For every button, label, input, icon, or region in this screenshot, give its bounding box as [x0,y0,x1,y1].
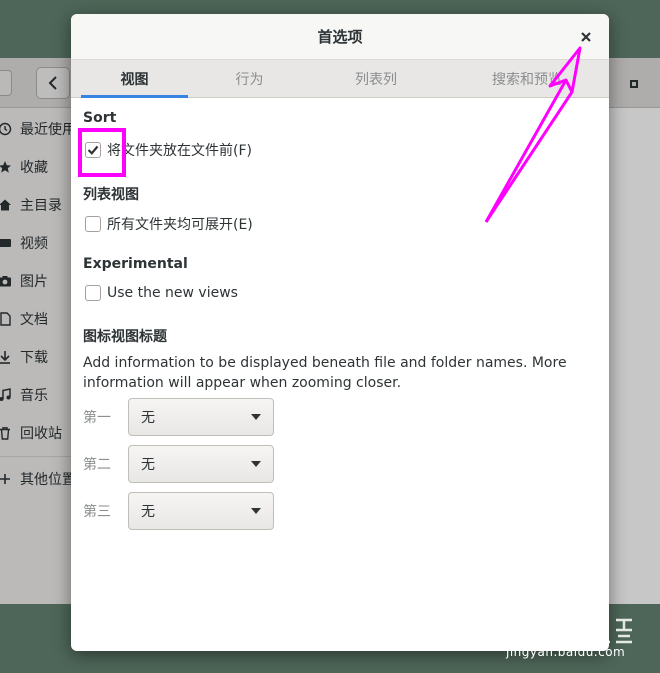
new-views-label: Use the new views [107,285,238,301]
baidu-logo-icon [508,618,632,644]
new-views-checkbox[interactable] [85,285,101,301]
caption-row-first: 第一 无 [83,398,274,436]
caption-label: 第一 [83,410,111,426]
expandable-folders-label: 所有文件夹均可展开(E) [107,217,253,233]
dropdown-value: 无 [141,410,155,426]
dropdown-arrow-icon [251,461,261,467]
folders-first-label: 将文件夹放在文件前(F) [107,143,252,159]
list-view-heading: 列表视图 [83,187,139,203]
tab-list-columns[interactable]: 列表列 [321,60,431,98]
caption-row-third: 第三 无 [83,492,274,530]
caption-second-dropdown[interactable]: 无 [128,445,274,483]
dropdown-arrow-icon [251,414,261,420]
dialog-title: 首选项 [317,28,363,46]
expandable-folders-checkbox[interactable] [85,216,101,232]
caption-label: 第二 [83,457,111,473]
tab-behavior[interactable]: 行为 [198,60,301,98]
sort-heading: Sort [83,110,117,126]
tab-view[interactable]: 视图 [81,60,188,98]
icon-captions-heading: 图标视图标题 [83,329,167,345]
arrow-annotation [484,46,582,223]
caption-label: 第三 [83,504,111,520]
icon-captions-description: Add information to be displayed beneath … [83,355,567,391]
new-views-checkbox-row[interactable]: Use the new views [85,283,238,303]
dropdown-arrow-icon [251,508,261,514]
experimental-heading: Experimental [83,256,188,272]
watermark-text: jingyan.baidu.com [506,645,626,659]
caption-first-dropdown[interactable]: 无 [128,398,274,436]
highlight-box-annotation [78,128,126,177]
caption-third-dropdown[interactable]: 无 [128,492,274,530]
baidu-watermark: jingyan.baidu.com [504,614,654,662]
expandable-folders-checkbox-row[interactable]: 所有文件夹均可展开(E) [85,214,253,234]
dropdown-value: 无 [141,504,155,520]
caption-row-second: 第二 无 [83,445,274,483]
dropdown-value: 无 [141,457,155,473]
